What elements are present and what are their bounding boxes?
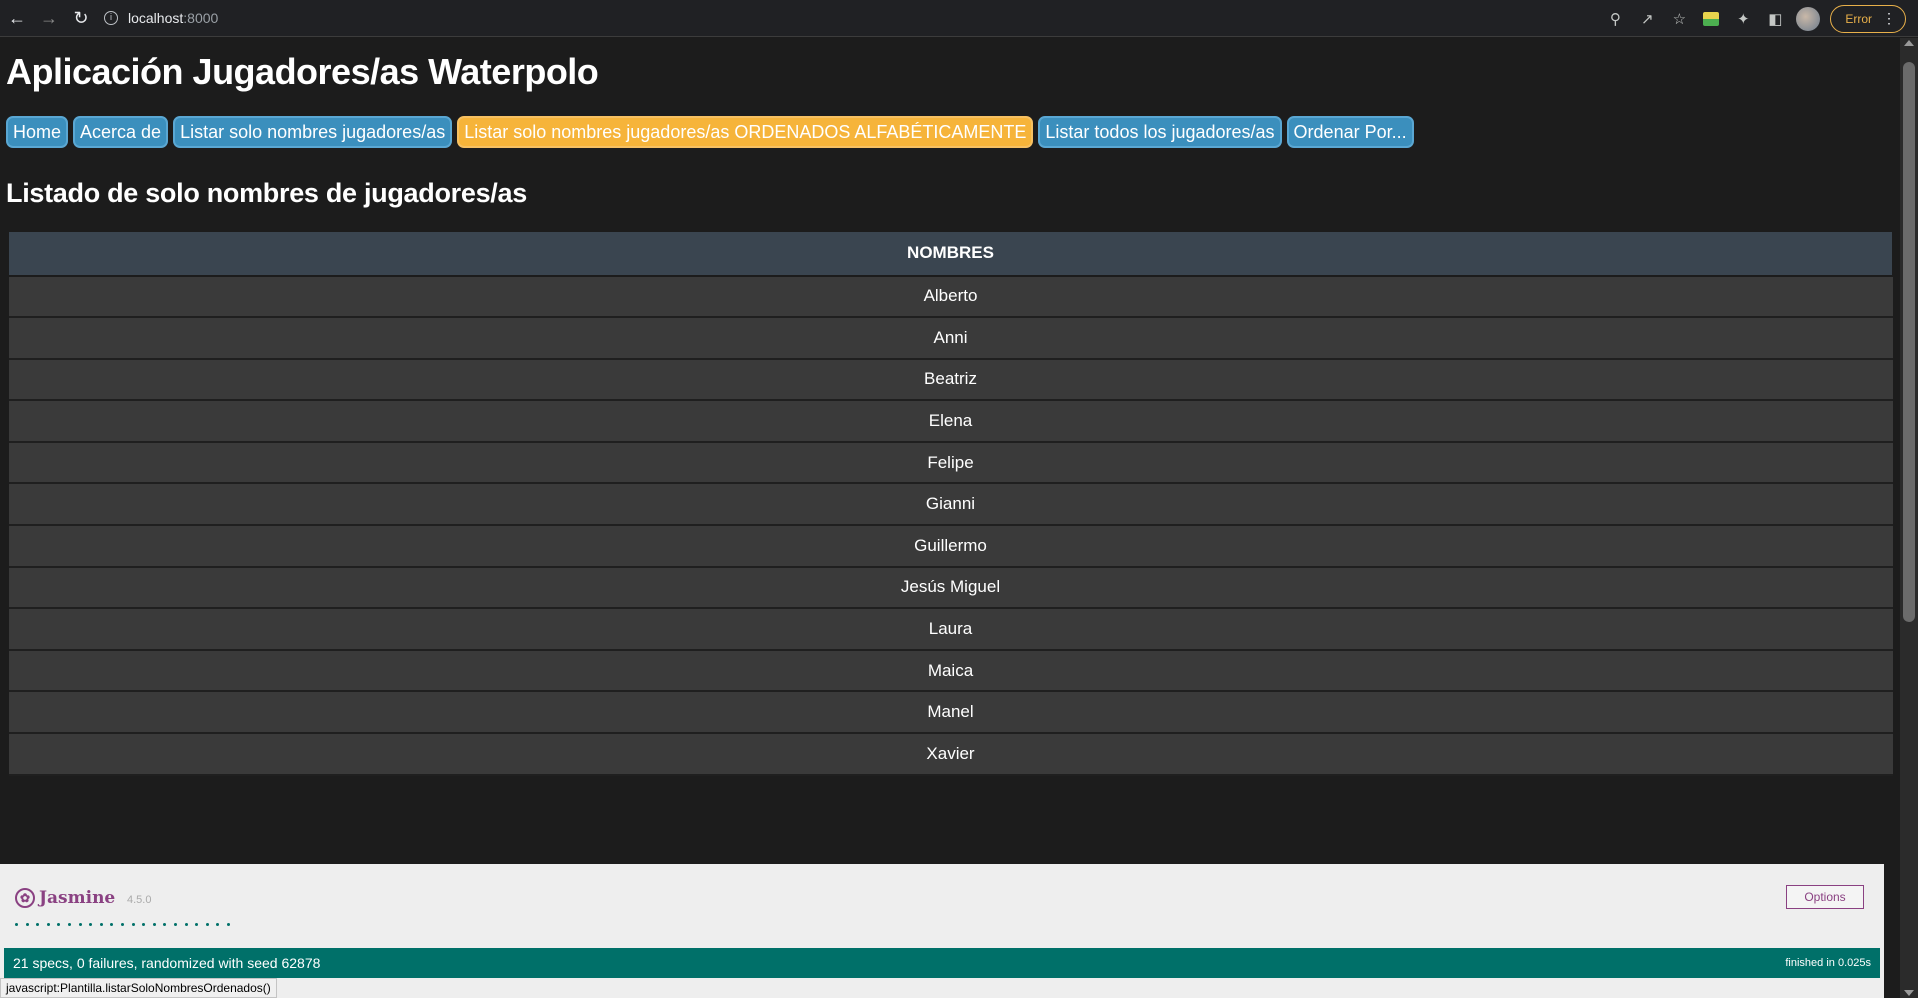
browser-toolbar: ← → ↻ i localhost:8000 ⚲ ↗ ☆ ✦ ◧ Error ⋮ (0, 0, 1918, 37)
table-header: NOMBRES (8, 231, 1893, 277)
table-row: Alberto (8, 275, 1893, 319)
table-row: Felipe (8, 441, 1893, 485)
jasmine-reporter: ✿ Jasmine 4.5.0 Options 21 specs, 0 fail… (0, 864, 1884, 998)
menu-button[interactable]: Listar solo nombres jugadores/as (173, 116, 453, 148)
spec-pass-dot (67, 923, 71, 926)
table-row: Elena (8, 400, 1893, 443)
spec-pass-dot (110, 923, 114, 926)
reload-icon[interactable]: ↻ (66, 3, 96, 33)
spec-pass-dot (163, 923, 167, 926)
spec-pass-dot (131, 923, 135, 926)
menu-button[interactable]: Listar todos los jugadores/as (1038, 116, 1282, 148)
error-button[interactable]: Error ⋮ (1830, 4, 1906, 33)
name-cell: Manel (8, 691, 1893, 735)
page-title: Aplicación Jugadores/as Waterpolo (6, 51, 599, 92)
spec-pass-dot (173, 923, 177, 926)
menu-button[interactable]: Acerca de (73, 116, 169, 148)
spec-pass-dot (25, 923, 29, 926)
zoom-icon[interactable]: ⚲ (1604, 8, 1626, 30)
info-icon[interactable]: i (104, 11, 118, 25)
error-label: Error (1845, 11, 1872, 26)
section-title: Listado de solo nombres de jugadores/as (6, 178, 527, 208)
scrollbar[interactable] (1900, 38, 1918, 998)
scroll-up-icon[interactable] (1904, 40, 1914, 46)
name-cell: Gianni (8, 483, 1893, 527)
spec-pass-dot (152, 923, 156, 926)
menu-button[interactable]: Home (6, 116, 69, 148)
name-cell: Xavier (8, 733, 1893, 776)
table-row: Manel (8, 691, 1893, 735)
spec-pass-dot (57, 923, 61, 926)
url-port: :8000 (183, 10, 219, 26)
name-cell: Guillermo (8, 525, 1893, 568)
puzzle-icon[interactable]: ✦ (1732, 8, 1754, 30)
name-cell: Elena (8, 400, 1893, 443)
menu-button[interactable]: Ordenar Por... (1286, 116, 1414, 148)
spec-pass-dot (195, 923, 199, 926)
table-row: Anni (8, 317, 1893, 360)
menu-icon: ⋮ (1882, 10, 1896, 26)
names-table: NOMBRES Alberto Anni Beatriz Elena Felipe Gia… (8, 231, 1893, 776)
star-icon[interactable]: ☆ (1668, 8, 1690, 30)
menu-button[interactable]: Listar solo nombres jugadores/as ORDENAD… (457, 116, 1034, 148)
spec-pass-dot (120, 923, 124, 926)
table-row: Xavier (8, 733, 1893, 776)
name-cell: Felipe (8, 441, 1893, 485)
nav-menu: Home Acerca de Listar solo nombres jugador… (6, 116, 1414, 148)
extension-icon[interactable] (1700, 8, 1722, 30)
avatar[interactable] (1796, 6, 1821, 31)
page-content: Aplicación Jugadores/as Waterpolo Home Ac… (0, 38, 1900, 998)
spec-pass-dot (205, 923, 209, 926)
forward-icon[interactable]: → (34, 3, 64, 33)
jasmine-duration: finished in 0.025s (1785, 957, 1871, 969)
status-bar: javascript:Plantilla.listarSoloNombresOr… (0, 978, 277, 998)
name-cell: Maica (8, 649, 1893, 693)
spec-pass-dot (216, 923, 220, 926)
spec-dots (15, 923, 230, 926)
url-host: localhost (128, 10, 184, 26)
spec-pass-dot (89, 923, 93, 926)
name-cell: Laura (8, 608, 1893, 651)
table-row: Beatriz (8, 358, 1893, 402)
scroll-thumb[interactable] (1903, 62, 1915, 622)
name-cell: Alberto (8, 275, 1893, 319)
back-icon[interactable]: ← (2, 3, 32, 33)
spec-pass-dot (142, 923, 146, 926)
jasmine-logo-text: Jasmine (39, 888, 116, 908)
spec-pass-dot (15, 923, 18, 926)
name-cell: Jesús Miguel (8, 566, 1893, 610)
table-row: Gianni (8, 483, 1893, 527)
share-icon[interactable]: ↗ (1636, 8, 1658, 30)
sidepanel-icon[interactable]: ◧ (1764, 8, 1786, 30)
spec-pass-dot (184, 923, 188, 926)
spec-pass-dot (46, 923, 50, 926)
jasmine-flower-icon: ✿ (15, 888, 35, 908)
jasmine-summary-bar: 21 specs, 0 failures, randomized with se… (4, 948, 1880, 978)
table-row: Jesús Miguel (8, 566, 1893, 610)
name-cell: Beatriz (8, 358, 1893, 402)
address-bar[interactable]: i localhost:8000 (104, 3, 218, 33)
table-row: Maica (8, 649, 1893, 693)
jasmine-version: 4.5.0 (127, 894, 152, 906)
name-cell: Anni (8, 317, 1893, 360)
options-button[interactable]: Options (1786, 885, 1864, 909)
table-row: Laura (8, 608, 1893, 651)
spec-pass-dot (36, 923, 40, 926)
jasmine-summary: 21 specs, 0 failures, randomized with se… (13, 955, 321, 971)
spec-pass-dot (226, 923, 230, 926)
scroll-down-icon[interactable] (1904, 990, 1914, 996)
spec-pass-dot (78, 923, 82, 926)
jasmine-logo: ✿ Jasmine (15, 888, 115, 908)
spec-pass-dot (99, 923, 103, 926)
table-row: Guillermo (8, 525, 1893, 568)
